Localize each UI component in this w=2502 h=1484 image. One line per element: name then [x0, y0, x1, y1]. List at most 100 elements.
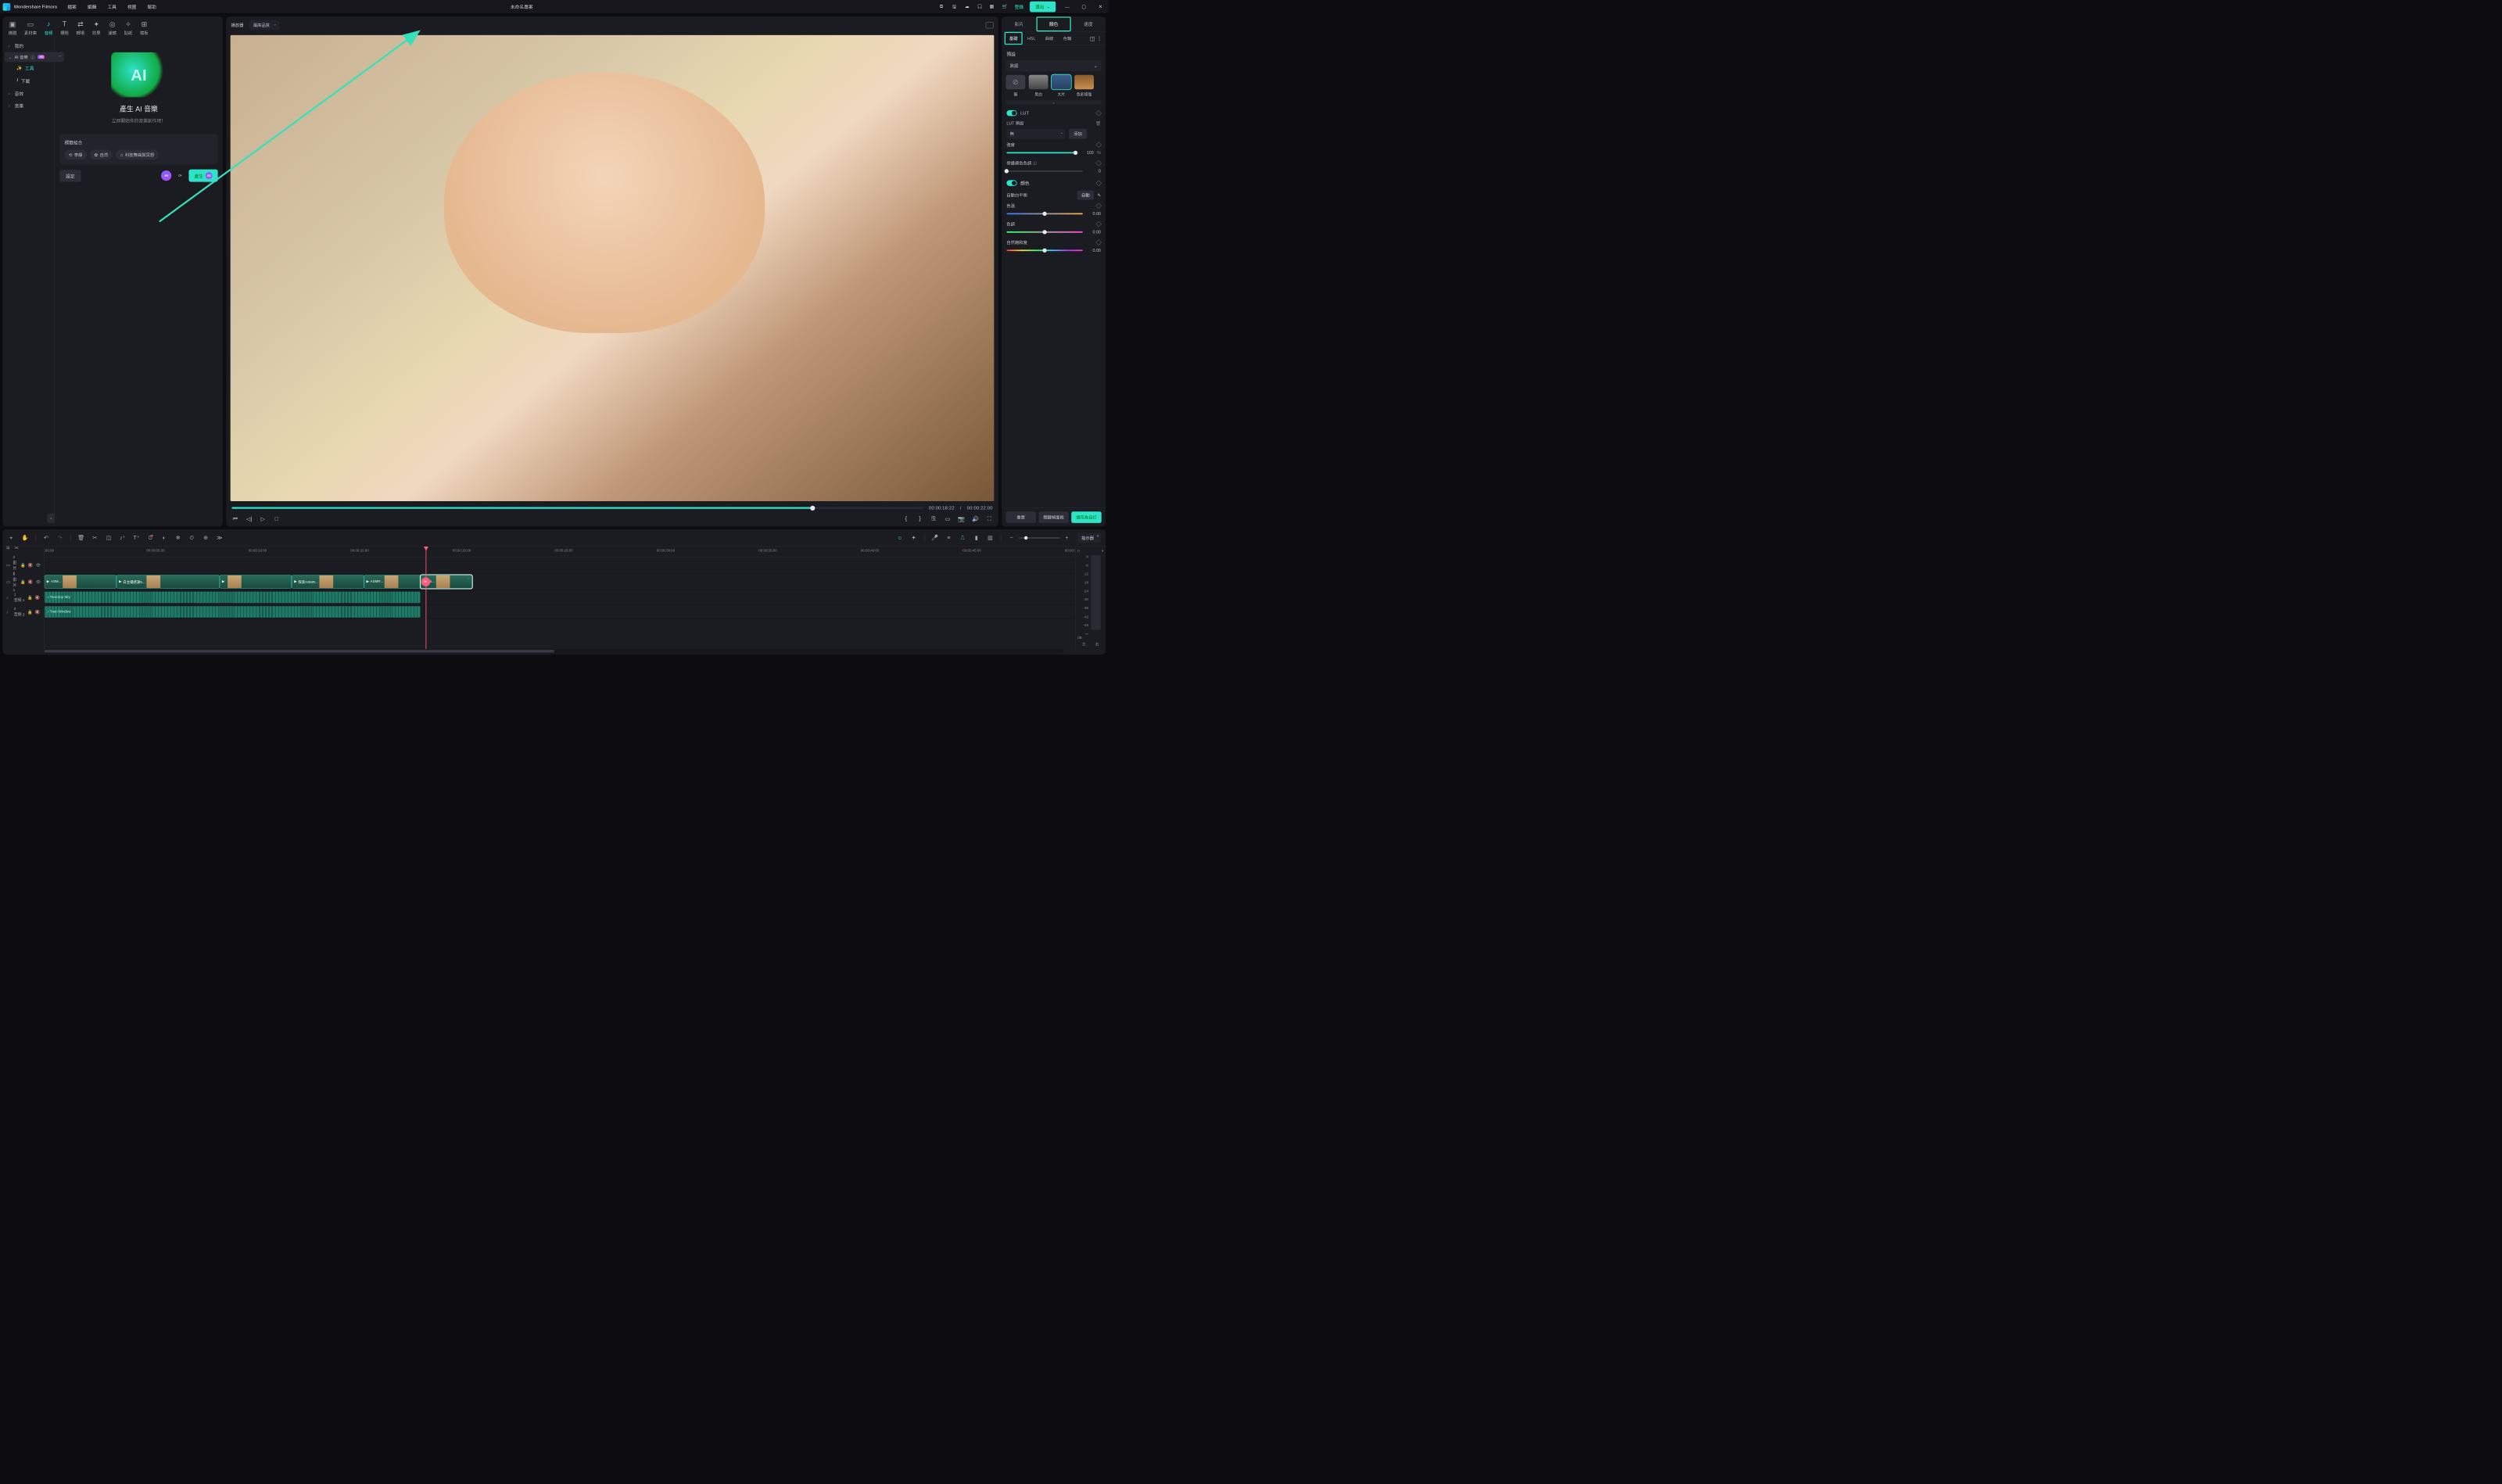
layout-icon[interactable]: ▥ [987, 534, 994, 541]
tab-speed[interactable]: 速度 [1071, 16, 1106, 31]
more-icon[interactable]: ⋮ [1096, 35, 1103, 42]
add-track-icon[interactable]: ⊞ [6, 545, 11, 550]
progress-bar[interactable] [231, 507, 923, 509]
save-custom-button[interactable]: 儲存為自訂 [1071, 511, 1101, 523]
sidebar-item-sfx[interactable]: ›音效 [5, 88, 52, 100]
delete-icon[interactable]: 🗑 [77, 534, 84, 541]
track-head-v2[interactable]: ▭2影片 2🔒🔇👁 [3, 557, 45, 573]
sat-slider[interactable] [1006, 249, 1082, 251]
tint-slider[interactable] [1006, 231, 1082, 233]
detect-icon[interactable]: ⊕ [203, 534, 210, 541]
refresh-icon[interactable]: ⟳ [175, 170, 185, 181]
play-icon[interactable]: ▷ [260, 515, 267, 522]
mute-icon[interactable]: 🔇 [35, 595, 40, 600]
pointer-icon[interactable]: ⌖ [8, 534, 15, 541]
info-icon[interactable]: ⓘ [1033, 161, 1037, 166]
ai-face-icon[interactable]: ☺ [896, 534, 903, 541]
compare-view-icon[interactable]: ◫ [1089, 35, 1096, 42]
subtab-wheels[interactable]: 色輪 [1059, 32, 1077, 45]
awb-auto-button[interactable]: 自動 [1077, 191, 1094, 200]
zoom-slider[interactable] [1018, 537, 1059, 539]
fullscreen-icon[interactable]: ⛶ [986, 515, 993, 522]
track-head-v1[interactable]: ▭1影片 1🔒🔇👁 [3, 574, 45, 590]
tab-stock[interactable]: ▭素材庫 [24, 20, 37, 36]
tag-nature[interactable]: ✿自然 [90, 149, 112, 160]
lock-icon[interactable]: 🔒 [27, 610, 32, 615]
save-icon[interactable]: 🖫 [952, 4, 959, 10]
menu-view[interactable]: 視圖 [127, 5, 137, 10]
audio-clip[interactable]: ♪ Teardrop Sky [45, 592, 421, 604]
subtab-basic[interactable]: 基礎 [1005, 32, 1023, 45]
menu-edit[interactable]: 編輯 [88, 5, 97, 10]
keyframe-icon[interactable] [1095, 180, 1102, 186]
video-clip[interactable]: ▶ASM... [45, 575, 116, 588]
speed-icon[interactable]: ⏱ [147, 534, 154, 541]
video-preview[interactable] [231, 35, 995, 501]
indicator-select[interactable]: 指示器 [1077, 532, 1101, 543]
mark-in-icon[interactable]: { [902, 515, 909, 522]
tab-media[interactable]: ▣媒體 [9, 20, 17, 36]
tab-audio[interactable]: ♪音頻 [45, 20, 53, 36]
subtab-curves[interactable]: 曲線 [1040, 32, 1058, 45]
redo-icon[interactable]: ↷ [56, 534, 63, 541]
sidebar-item-download[interactable]: ⭳下載 [13, 74, 52, 88]
auto-beat-icon[interactable]: ⎍ [959, 534, 966, 541]
tab-template[interactable]: ⊞模板 [140, 20, 149, 36]
eye-icon[interactable]: 👁 [36, 563, 41, 568]
tab-filter[interactable]: ◎濾鏡 [108, 20, 116, 36]
keyframe-icon[interactable] [1095, 142, 1102, 148]
generate-button[interactable]: 產生AI [188, 170, 217, 182]
text-icon[interactable]: T⁺ [133, 534, 140, 541]
timeline-scrollbar[interactable] [45, 649, 1064, 653]
mute-icon[interactable]: 🔇 [28, 579, 33, 584]
ai-sparkle-icon[interactable]: ✦ [910, 534, 917, 541]
trash-icon[interactable]: 🗑 [1095, 120, 1101, 125]
preset-select[interactable]: 默認⌄ [1005, 60, 1101, 72]
preset-vibrant[interactable]: 色彩增強 [1074, 75, 1094, 97]
lock-icon[interactable]: 🔒 [20, 563, 25, 568]
eye-icon[interactable]: 👁 [36, 579, 41, 584]
login-button[interactable]: 登錄 [1015, 3, 1024, 9]
reset-button[interactable]: 重置 [1005, 511, 1035, 523]
menu-help[interactable]: 幫助 [147, 5, 156, 10]
headphones-icon[interactable]: 🎧 [977, 4, 984, 10]
apps-icon[interactable]: ▦ [990, 4, 996, 10]
lut-toggle[interactable] [1006, 110, 1016, 116]
sidebar-item-mine[interactable]: ›我的 [5, 40, 52, 52]
settings-button[interactable]: 設定 [59, 170, 81, 182]
compare-icon[interactable]: ▭ [945, 515, 952, 522]
video-clip[interactable]: ▶探索ASMR... [292, 575, 364, 588]
device-icon[interactable]: ⧉ [940, 4, 946, 10]
lock-icon[interactable]: 🔒 [20, 579, 25, 584]
tab-title[interactable]: T標題 [60, 20, 69, 36]
link-icon[interactable]: ⫘ [15, 545, 20, 550]
split-icon[interactable]: ✂ [91, 534, 99, 541]
tab-video[interactable]: 影片 [1002, 16, 1036, 31]
subtab-hsl[interactable]: HSL [1023, 32, 1041, 44]
audio-clip[interactable]: ♪ Train Window [45, 606, 421, 618]
eyedropper-icon[interactable]: ✎ [1097, 193, 1100, 198]
cloud-icon[interactable]: ☁ [965, 4, 971, 10]
keyframe-icon[interactable] [1095, 110, 1102, 116]
stopwatch-icon[interactable]: ⏲ [188, 534, 195, 541]
volume-icon[interactable]: 🔊 [972, 515, 979, 522]
beat-icon[interactable]: ♪⁺ [119, 534, 126, 541]
preset-bw[interactable]: 黑白 [1029, 75, 1048, 97]
keyframe-icon[interactable] [1095, 221, 1102, 228]
timeline-ruler[interactable]: :00:0000:00:05:0000:00:10:0000:00:15:000… [45, 547, 1075, 557]
track-head-a1[interactable]: ♪1音頻 1🔒🔇 [3, 590, 45, 605]
lock-icon[interactable]: 🔒 [27, 595, 32, 600]
keyframe-icon[interactable] [1095, 239, 1102, 246]
track-a1[interactable]: ♪ Teardrop Sky [45, 590, 1075, 605]
step-back-icon[interactable]: ◁| [246, 515, 253, 522]
marker-icon[interactable]: ▮ [973, 534, 980, 541]
prev-frame-icon[interactable]: ⏮ [231, 515, 238, 522]
intensity-slider[interactable] [1006, 152, 1075, 153]
tag-techno[interactable]: ♫科技舞曲與冥想 [116, 149, 158, 160]
sidebar-item-music[interactable]: ›音樂 [5, 99, 52, 112]
video-clip[interactable]: ▶ASMR... [364, 575, 421, 588]
tab-transition[interactable]: ⇄轉場 [76, 20, 84, 36]
track-head-a2[interactable]: ♪2音頻 2🔒🔇 [3, 604, 45, 619]
mute-icon[interactable]: 🔇 [28, 563, 33, 568]
camera-icon[interactable]: 📷 [958, 515, 965, 522]
